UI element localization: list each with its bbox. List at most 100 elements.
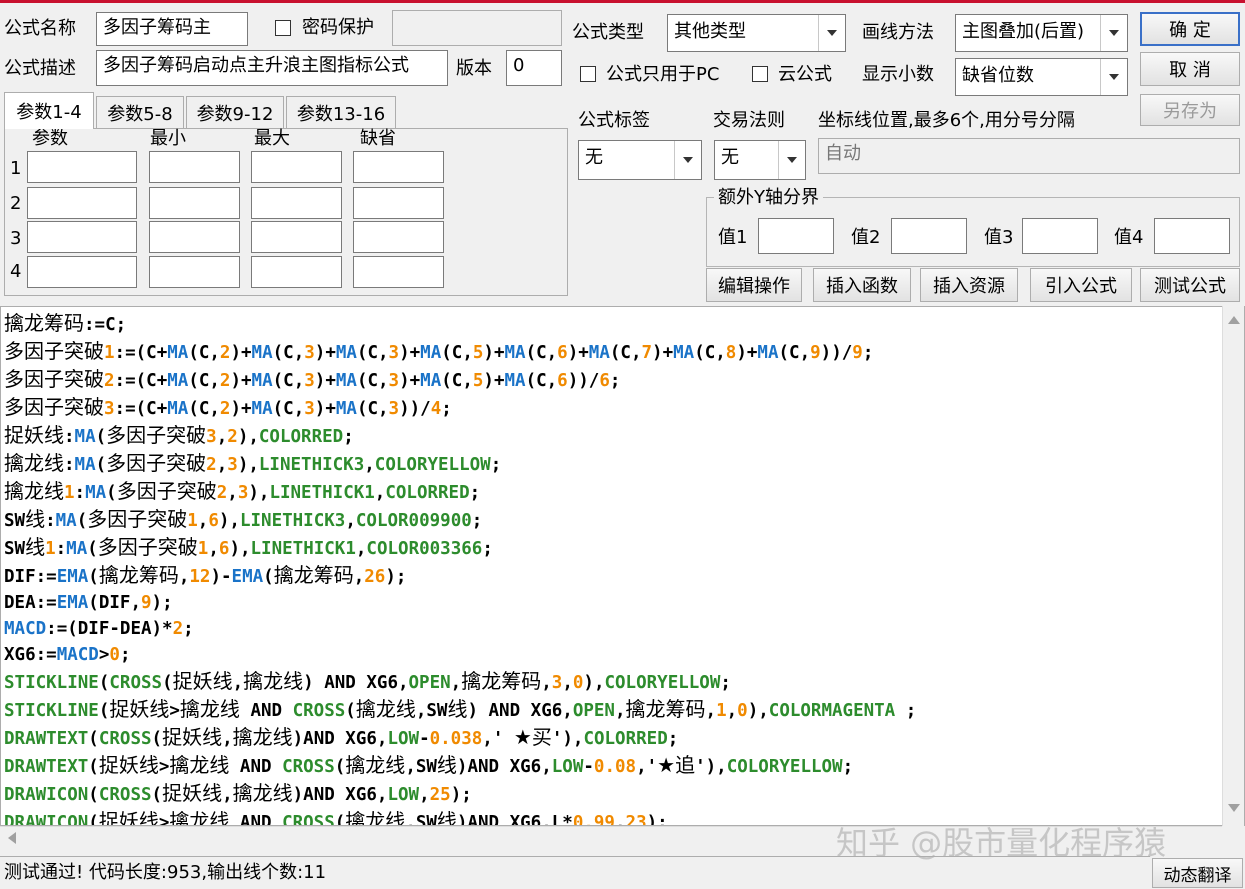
scroll-down-icon[interactable]: [1228, 804, 1240, 812]
formula-type-select[interactable]: 其他类型: [667, 14, 846, 52]
chevron-down-icon: [1100, 15, 1127, 51]
code-line: SW线:MA(多因子突破1,6),LINETHICK3,COLOR009900;: [4, 507, 483, 531]
password-input[interactable]: [392, 10, 562, 46]
param-3-default-input[interactable]: [353, 221, 444, 253]
draw-method-label: 画线方法: [862, 22, 934, 43]
formula-tag-select[interactable]: 无: [578, 140, 702, 180]
formula-type-value: 其他类型: [674, 21, 746, 42]
trade-rule-label: 交易法则: [713, 110, 785, 131]
chevron-down-icon: [778, 141, 805, 179]
formula-tag-label: 公式标签: [578, 110, 650, 131]
y-value-4-label: 值4: [1114, 227, 1144, 248]
code-line: DRAWTEXT(捉妖线>擒龙线 AND CROSS(擒龙线,SW线)AND X…: [4, 753, 854, 777]
param-2-name-input[interactable]: [27, 187, 137, 219]
decimal-select[interactable]: 缺省位数: [955, 58, 1128, 96]
code-line: DRAWICON(捉妖线>擒龙线 AND CROSS(擒龙线,SW线)AND X…: [4, 809, 668, 826]
test-formula-button[interactable]: 测试公式: [1140, 268, 1240, 302]
formula-tag-value: 无: [585, 147, 603, 168]
param-4-min-input[interactable]: [149, 256, 240, 288]
tab-params-1-4[interactable]: 参数1-4: [4, 92, 94, 129]
pc-only-checkbox[interactable]: [580, 66, 596, 82]
code-line: SW线1:MA(多因子突破1,6),LINETHICK1,COLOR003366…: [4, 535, 493, 559]
title-accent-bar: [0, 0, 1245, 3]
code-line: 擒龙线:MA(多因子突破2,3),LINETHICK3,COLORYELLOW;: [4, 451, 502, 475]
code-editor[interactable]: 擒龙筹码:=C; 多因子突破1:=(C+MA(C,2)+MA(C,3)+MA(C,…: [0, 306, 1245, 826]
code-line: MACD:=(DIF-DEA)*2;: [4, 619, 194, 639]
formula-desc-input[interactable]: 多因子筹码启动点主升浪主图指标公式: [96, 50, 448, 86]
param-3-min-input[interactable]: [149, 221, 240, 253]
chevron-down-icon: [818, 15, 845, 51]
param-1-max-input[interactable]: [251, 151, 342, 183]
formula-desc-label: 公式描述: [4, 58, 76, 79]
trade-rule-value: 无: [721, 147, 739, 168]
y-value-3-label: 值3: [984, 227, 1014, 248]
scroll-up-icon[interactable]: [1228, 316, 1240, 324]
y-value-2-label: 值2: [851, 227, 881, 248]
pc-only-label: 公式只用于PC: [606, 64, 720, 85]
dynamic-translate-button[interactable]: 动态翻译: [1152, 858, 1243, 888]
code-line: DEA:=EMA(DIF,9);: [4, 593, 173, 613]
version-input[interactable]: 0: [506, 50, 562, 86]
chevron-down-icon: [1100, 59, 1127, 95]
axis-line-input[interactable]: 自动: [818, 138, 1240, 174]
code-line: 捉妖线:MA(多因子突破3,2),COLORRED;: [4, 423, 354, 447]
param-3-max-input[interactable]: [251, 221, 342, 253]
decimal-value: 缺省位数: [962, 65, 1034, 86]
code-line: DRAWICON(CROSS(捉妖线,擒龙线)AND XG6,LOW,25);: [4, 781, 472, 805]
y-value-4-input[interactable]: [1154, 218, 1230, 254]
formula-name-label: 公式名称: [4, 18, 76, 39]
cloud-formula-label: 云公式: [778, 64, 832, 85]
y-value-1-input[interactable]: [758, 218, 834, 254]
code-line: 多因子突破2:=(C+MA(C,2)+MA(C,3)+MA(C,3)+MA(C,…: [4, 367, 621, 391]
code-line: 擒龙筹码:=C;: [4, 311, 127, 335]
trade-rule-select[interactable]: 无: [714, 140, 806, 180]
param-2-min-input[interactable]: [149, 187, 240, 219]
param-2-default-input[interactable]: [353, 187, 444, 219]
param-header-max: 最大: [254, 128, 290, 149]
code-line: STICKLINE(捉妖线>擒龙线 AND CROSS(擒龙线,SW线) AND…: [4, 697, 917, 721]
import-formula-button[interactable]: 引入公式: [1030, 268, 1132, 302]
param-1-default-input[interactable]: [353, 151, 444, 183]
param-4-max-input[interactable]: [251, 256, 342, 288]
param-2-max-input[interactable]: [251, 187, 342, 219]
param-1-name-input[interactable]: [27, 151, 137, 183]
param-row-number: 1: [10, 158, 22, 179]
scroll-left-icon[interactable]: [8, 832, 16, 844]
password-protect-label: 密码保护: [302, 17, 374, 38]
decimal-label: 显示小数: [862, 64, 934, 85]
insert-resource-button[interactable]: 插入资源: [920, 268, 1018, 302]
version-label: 版本: [456, 58, 492, 79]
vertical-scrollbar[interactable]: [1222, 306, 1244, 826]
param-1-min-input[interactable]: [149, 151, 240, 183]
formula-type-label: 公式类型: [572, 22, 644, 43]
param-row-number: 4: [10, 261, 22, 282]
code-text: 擒龙筹码:=C; 多因子突破1:=(C+MA(C,2)+MA(C,3)+MA(C,…: [4, 310, 917, 826]
tab-params-9-12[interactable]: 参数9-12: [186, 96, 284, 129]
y-value-2-input[interactable]: [891, 218, 967, 254]
draw-method-value: 主图叠加(后置): [962, 21, 1085, 42]
tab-params-5-8[interactable]: 参数5-8: [96, 96, 184, 129]
password-protect-checkbox[interactable]: [275, 20, 291, 36]
tab-params-13-16[interactable]: 参数13-16: [286, 96, 396, 129]
save-as-button[interactable]: 另存为: [1140, 94, 1240, 126]
insert-function-button[interactable]: 插入函数: [813, 268, 911, 302]
code-line: XG6:=MACD>0;: [4, 645, 131, 665]
extra-y-axis-label: 额外Y轴分界: [714, 185, 823, 211]
code-line: 多因子突破3:=(C+MA(C,2)+MA(C,3)+MA(C,3))/4;: [4, 395, 452, 419]
param-header-name: 参数: [32, 128, 68, 149]
param-4-default-input[interactable]: [353, 256, 444, 288]
edit-operations-button[interactable]: 编辑操作: [706, 268, 802, 302]
cancel-button[interactable]: 取 消: [1140, 52, 1240, 86]
code-line: 多因子突破1:=(C+MA(C,2)+MA(C,3)+MA(C,3)+MA(C,…: [4, 339, 874, 363]
cloud-formula-checkbox[interactable]: [752, 66, 768, 82]
param-4-name-input[interactable]: [27, 256, 137, 288]
ok-button[interactable]: 确 定: [1140, 12, 1240, 46]
param-header-min: 最小: [150, 128, 186, 149]
code-line: DRAWTEXT(CROSS(捉妖线,擒龙线)AND XG6,LOW-0.038…: [4, 725, 679, 749]
y-value-3-input[interactable]: [1022, 218, 1098, 254]
formula-name-input[interactable]: 多因子筹码主: [96, 12, 248, 46]
code-line: 擒龙线1:MA(多因子突破2,3),LINETHICK1,COLORRED;: [4, 479, 481, 503]
param-3-name-input[interactable]: [27, 221, 137, 253]
status-bar: 测试通过! 代码长度:953,输出线个数:11: [0, 856, 1150, 888]
draw-method-select[interactable]: 主图叠加(后置): [955, 14, 1128, 52]
